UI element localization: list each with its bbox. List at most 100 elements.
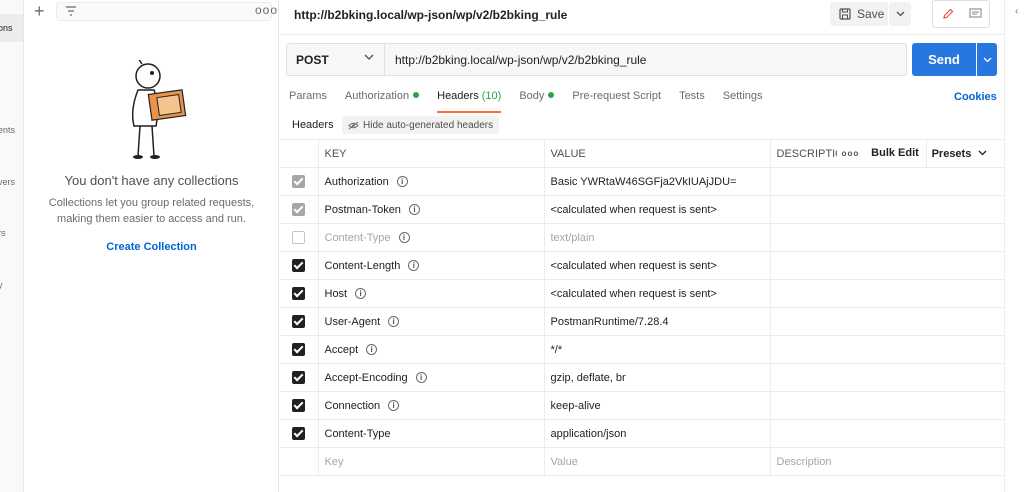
description-cell[interactable] — [770, 223, 1005, 252]
nav-item-history[interactable]: y — [0, 280, 3, 290]
tab-authorization[interactable]: Authorization — [345, 88, 420, 110]
info-icon[interactable]: i — [388, 316, 400, 328]
empty-collections-illustration — [131, 60, 187, 159]
new-key-input[interactable]: Key — [318, 447, 545, 476]
key-cell[interactable]: Connection i — [318, 391, 545, 420]
key-cell[interactable]: Accept-Encoding i — [318, 363, 545, 392]
info-icon[interactable]: i — [366, 344, 378, 356]
sidebar-more-button[interactable]: ooo — [255, 3, 278, 17]
row-checkbox[interactable] — [292, 343, 306, 356]
tab-params[interactable]: Params — [289, 88, 327, 110]
tab-count: (10) — [481, 90, 502, 102]
new-description-input[interactable]: Description — [770, 447, 1005, 476]
description-cell[interactable] — [770, 391, 1005, 420]
request-title[interactable]: http://b2bking.local/wp-json/wp/v2/b2bki… — [294, 8, 567, 22]
filter-icon — [66, 6, 76, 16]
row-checkbox-cell — [280, 279, 319, 308]
nav-item-monitors[interactable]: rs — [0, 228, 6, 238]
value-cell[interactable]: text/plain — [544, 223, 771, 252]
nav-item-collections[interactable]: ons — [0, 23, 13, 33]
row-checkbox[interactable] — [292, 175, 306, 188]
table-row: Content-Length i <calculated when request… — [280, 251, 1005, 280]
row-checkbox[interactable] — [292, 231, 306, 244]
presets-dropdown[interactable]: Presets — [927, 148, 993, 160]
value-cell[interactable]: application/json — [544, 419, 771, 448]
info-icon[interactable]: i — [408, 260, 420, 272]
value-cell[interactable]: Basic YWRtaW46SGFja2VkIUAjJDU= — [544, 167, 771, 196]
method-select[interactable]: POST — [287, 44, 385, 75]
row-checkbox[interactable] — [292, 287, 306, 300]
info-icon[interactable]: i — [415, 372, 427, 384]
description-cell[interactable] — [770, 419, 1005, 448]
info-icon[interactable]: i — [398, 232, 410, 244]
description-cell[interactable] — [770, 335, 1005, 364]
key-cell[interactable]: Content-Type i — [318, 223, 545, 252]
description-cell[interactable] — [770, 195, 1005, 224]
row-checkbox[interactable] — [292, 427, 306, 440]
table-row: Authorization i Basic YWRtaW46SGFja2VkIUA… — [280, 167, 1005, 196]
description-cell[interactable] — [770, 251, 1005, 280]
documentation-mode-button[interactable] — [963, 4, 987, 24]
send-dropdown-button[interactable] — [977, 43, 997, 76]
hide-auto-headers-button[interactable]: Hide auto-generated headers — [342, 116, 500, 134]
row-checkbox[interactable] — [292, 203, 306, 216]
value-cell[interactable]: <calculated when request is sent> — [544, 195, 771, 224]
save-button[interactable]: Save — [830, 2, 888, 26]
create-collection-link[interactable]: Create Collection — [24, 241, 279, 253]
key-cell[interactable]: Host i — [318, 279, 545, 308]
tab-headers[interactable]: Headers (10) — [437, 88, 502, 113]
tab-tests[interactable]: Tests — [679, 88, 705, 110]
new-collection-button[interactable]: + — [34, 1, 45, 21]
value-cell[interactable]: <calculated when request is sent> — [544, 279, 771, 308]
info-icon[interactable]: i — [396, 176, 408, 188]
row-checkbox[interactable] — [292, 371, 306, 384]
info-icon[interactable]: i — [355, 288, 367, 300]
description-cell[interactable] — [770, 279, 1005, 308]
nav-item-servers[interactable]: vers — [0, 177, 15, 187]
cookies-link[interactable]: Cookies — [954, 91, 997, 103]
key-cell[interactable]: Postman-Token i — [318, 195, 545, 224]
bulk-edit-button[interactable]: Bulk Edit — [865, 140, 927, 167]
tab-body[interactable]: Body — [519, 88, 555, 110]
key-cell[interactable]: Content-Length i — [318, 251, 545, 280]
info-icon[interactable]: i — [408, 204, 420, 216]
value-cell[interactable]: <calculated when request is sent> — [544, 251, 771, 280]
key-placeholder: Key — [324, 455, 344, 468]
tab-pre-request-script[interactable]: Pre-request Script — [572, 88, 661, 110]
description-cell[interactable] — [770, 167, 1005, 196]
row-checkbox[interactable] — [292, 399, 306, 412]
column-more-button[interactable]: ooo — [837, 149, 865, 158]
filter-input[interactable] — [56, 2, 272, 21]
row-checkbox[interactable] — [292, 315, 306, 328]
url-input[interactable]: http://b2bking.local/wp-json/wp/v2/b2bki… — [395, 53, 646, 67]
row-checkbox[interactable] — [292, 259, 306, 272]
send-button[interactable]: Send — [912, 43, 976, 76]
collapse-chevron-icon[interactable]: ‹ — [1015, 6, 1018, 17]
edit-mode-button[interactable] — [936, 4, 960, 24]
value-cell[interactable]: */* — [544, 335, 771, 364]
header-value: keep-alive — [550, 399, 601, 412]
key-cell[interactable]: User-Agent i — [318, 307, 545, 336]
table-row: Connection i keep-alive — [280, 391, 1005, 420]
right-sidebar-strip: ‹ — [1004, 0, 1024, 492]
tab-label: Settings — [722, 90, 763, 102]
tab-settings[interactable]: Settings — [723, 88, 763, 110]
key-cell[interactable]: Content-Type — [318, 419, 545, 448]
table-row: Postman-Token i <calculated when request … — [280, 195, 1005, 224]
description-cell[interactable] — [770, 307, 1005, 336]
new-header-row: Key Value Description — [280, 447, 1005, 476]
key-cell[interactable]: Accept i — [318, 335, 545, 364]
method-label: POST — [296, 52, 329, 67]
key-cell[interactable]: Authorization i — [318, 167, 545, 196]
new-value-input[interactable]: Value — [544, 447, 771, 476]
save-dropdown-button[interactable] — [889, 2, 911, 26]
table-row: Content-Type application/json — [280, 419, 1005, 448]
info-icon[interactable]: i — [388, 400, 400, 412]
description-cell[interactable] — [770, 363, 1005, 392]
value-cell[interactable]: gzip, deflate, br — [544, 363, 771, 392]
value-placeholder: Value — [550, 455, 578, 468]
value-cell[interactable]: PostmanRuntime/7.28.4 — [544, 307, 771, 336]
value-cell[interactable]: keep-alive — [544, 391, 771, 420]
table-row: Accept i */* — [280, 335, 1005, 364]
nav-item-environments[interactable]: ents — [0, 125, 15, 135]
